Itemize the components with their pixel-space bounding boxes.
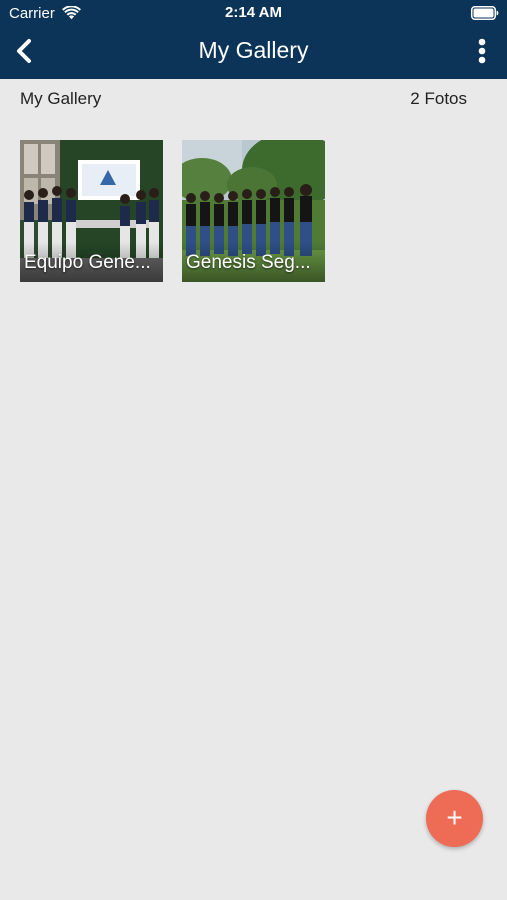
plus-icon: + <box>446 802 463 833</box>
album-title: Equipo Gene... <box>20 242 163 282</box>
photo-count: 2 Fotos <box>410 89 467 108</box>
status-bar: Carrier 2:14 AM <box>0 0 507 28</box>
album-thumbnail[interactable]: Genesis Seg... <box>182 140 325 282</box>
more-vertical-icon <box>478 38 486 64</box>
add-photo-button[interactable]: + <box>426 790 483 847</box>
battery-icon <box>471 6 499 20</box>
status-time: 2:14 AM <box>225 4 282 21</box>
more-options-button[interactable] <box>471 38 493 66</box>
album-title: Genesis Seg... <box>182 242 325 282</box>
page-title: My Gallery <box>198 37 309 63</box>
gallery-subheader: My Gallery 2 Fotos <box>20 89 467 111</box>
album-thumbnail[interactable]: Equipo Gene... <box>20 140 163 282</box>
gallery-name: My Gallery <box>20 89 102 108</box>
app-header: Carrier 2:14 AM My Gallery <box>0 0 507 79</box>
